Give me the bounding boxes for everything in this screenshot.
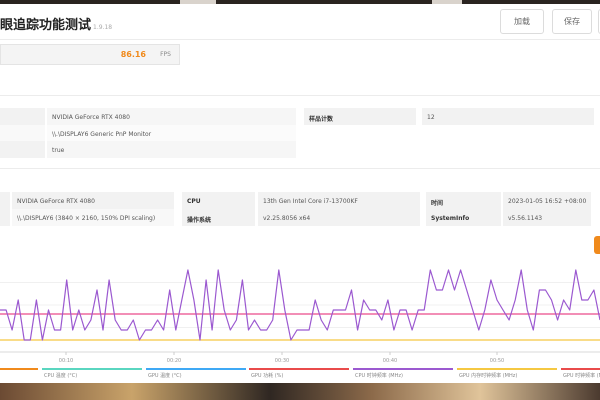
os-label: 操作系统 xyxy=(182,209,255,226)
system-display: \\.\DISPLAY6 (3840 × 2160, 150% DPI scal… xyxy=(12,209,174,226)
legend-item[interactable]: CPU 温度 (°C) xyxy=(42,368,142,382)
legend-item[interactable]: GPU 内存时钟频率 (MHz) xyxy=(457,368,557,382)
bottom-image-strip xyxy=(0,383,600,400)
gpu-label-cell xyxy=(0,108,45,125)
chart-x-tick-label: 00:10 xyxy=(59,358,73,364)
gpu-name: NVIDIA GeForce RTX 4080 xyxy=(47,108,296,125)
legend-item[interactable]: GPU 时钟频率 (MHz) xyxy=(561,368,600,382)
version-label: 1.9.18 xyxy=(93,24,113,31)
legend-item[interactable]: GPU 温度 (°C) xyxy=(146,368,246,382)
frametime-chart: 00:10 00:20 00:30 00:40 00:50 xyxy=(0,256,600,370)
legend-item[interactable] xyxy=(0,368,38,382)
sample-count-value: 12 xyxy=(422,108,594,125)
legend-item[interactable]: GPU 功耗 (%) xyxy=(249,368,349,382)
system-gpu: NVIDIA GeForce RTX 4080 xyxy=(12,192,174,209)
header: 眼追踪功能测试 1.9.18 加载 保存 xyxy=(0,4,600,40)
flag-value: true xyxy=(47,141,296,158)
fps-value: 86.16 xyxy=(120,50,146,59)
display-label-cell xyxy=(0,125,45,142)
section-divider xyxy=(0,95,600,96)
sysinfo-value: v5.56.1143 xyxy=(503,209,591,226)
os-value: v2.25.8056 x64 xyxy=(258,209,420,226)
chart-x-tick-label: 00:50 xyxy=(490,358,504,364)
system-display-label xyxy=(0,209,10,226)
cpu-value: 13th Gen Intel Core i7-13700KF xyxy=(258,192,420,209)
title-text: 眼追踪功能测试 xyxy=(0,18,92,33)
save-button[interactable]: 保存 xyxy=(552,9,592,34)
page-title: 眼追踪功能测试 1.9.18 xyxy=(0,14,112,33)
display-name: \\.\DISPLAY6 Generic PnP Monitor xyxy=(47,125,296,142)
sysinfo-label: SystemInfo xyxy=(426,209,501,226)
chart-x-tick-label: 00:30 xyxy=(275,358,289,364)
time-label: 时间 xyxy=(426,192,501,209)
side-panel-tab[interactable] xyxy=(594,236,600,254)
fps-readout: 86.16 FPS xyxy=(0,44,180,65)
load-button[interactable]: 加载 xyxy=(500,9,544,34)
flag-label-cell xyxy=(0,141,45,158)
section-divider xyxy=(0,168,600,169)
cpu-label: CPU xyxy=(182,192,255,209)
chart-x-tick-label: 00:20 xyxy=(167,358,181,364)
time-value: 2023-01-05 16:52 +08:00 xyxy=(503,192,591,209)
sample-count-label: 样品计数 xyxy=(304,108,416,125)
fps-unit: FPS xyxy=(160,51,171,58)
chart-x-tick-label: 00:40 xyxy=(383,358,397,364)
chart-svg: 00:10 00:20 00:30 00:40 00:50 xyxy=(0,269,600,364)
chart-legend: CPU 温度 (°C) GPU 温度 (°C) GPU 功耗 (%) CPU 时钟频率… xyxy=(0,368,600,382)
legend-item[interactable]: CPU 时钟频率 (MHz) xyxy=(353,368,453,382)
system-gpu-label xyxy=(0,192,10,209)
